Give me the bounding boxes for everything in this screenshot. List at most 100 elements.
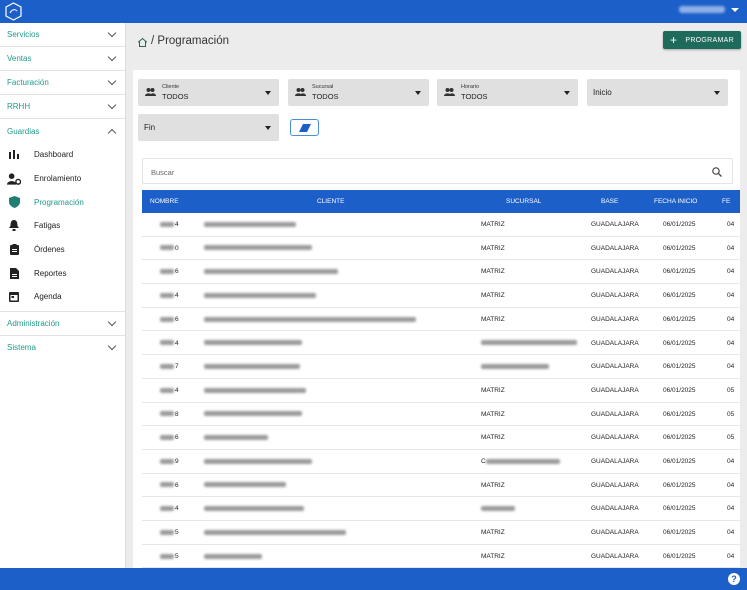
clear-filters-button[interactable] bbox=[290, 119, 319, 136]
cell-nombre: 6 bbox=[160, 316, 179, 323]
cell-sucursal: MATRIZ bbox=[481, 410, 505, 418]
blurred-text bbox=[160, 435, 174, 441]
filter-horario[interactable]: Horario TODOS bbox=[437, 79, 578, 106]
home-icon[interactable] bbox=[138, 38, 147, 47]
caret-down-icon bbox=[731, 7, 739, 12]
top-bar bbox=[0, 0, 747, 23]
user-menu[interactable] bbox=[679, 6, 739, 13]
cell-fecha-inicio: 06/01/2025 bbox=[663, 292, 696, 300]
filter-fin[interactable]: Fin bbox=[138, 114, 279, 141]
sidebar-item-agenda[interactable]: Agenda bbox=[0, 285, 125, 309]
sidebar-item-enrolamiento[interactable]: Enrolamiento bbox=[0, 167, 125, 191]
search-input[interactable] bbox=[151, 165, 691, 179]
blurred-text bbox=[160, 221, 174, 227]
table-row[interactable]: 7 GUADALAJARA 06/01/2025 04 bbox=[142, 355, 740, 379]
sidebar-item-fatigas[interactable]: Fatigas bbox=[0, 214, 125, 238]
cell-fecha-fin: 05 bbox=[727, 434, 735, 442]
app-logo[interactable] bbox=[5, 2, 22, 21]
blurred-text bbox=[204, 411, 302, 417]
table-row[interactable]: 0 MATRIZ GUADALAJARA 06/01/2025 04 bbox=[142, 237, 740, 261]
table-row[interactable]: 5 MATRIZ GUADALAJARA 06/01/2025 04 bbox=[142, 521, 740, 545]
help-icon[interactable]: ? bbox=[728, 573, 740, 585]
people-icon bbox=[295, 88, 306, 96]
sidebar-section-administracion[interactable]: Administración bbox=[0, 312, 125, 336]
cell-sucursal: MATRIZ bbox=[481, 315, 505, 323]
blurred-text bbox=[204, 340, 302, 346]
table-row[interactable]: 9 C GUADALAJARA 06/01/2025 04 bbox=[142, 450, 740, 474]
cell-sucursal: MATRIZ bbox=[481, 434, 505, 442]
sidebar-item-dashboard[interactable]: Dashboard bbox=[0, 143, 125, 167]
table-row[interactable]: 4 GUADALAJARA 06/01/2025 04 bbox=[142, 332, 740, 356]
col-header-fecha-fin[interactable]: FE bbox=[722, 198, 730, 205]
table-row[interactable]: 4 GUADALAJARA 06/01/2025 04 bbox=[142, 497, 740, 522]
filter-sucursal[interactable]: Sucursal TODOS bbox=[288, 79, 429, 106]
sidebar-item-reportes[interactable]: Reportes bbox=[0, 261, 125, 285]
col-header-base[interactable]: BASE bbox=[601, 198, 618, 205]
sidebar: Servicios Ventas Facturación RRHH Guardi… bbox=[0, 23, 126, 568]
sidebar-section-facturacion[interactable]: Facturación bbox=[0, 71, 125, 95]
sidebar-section-sistema[interactable]: Sistema bbox=[0, 336, 125, 360]
people-icon bbox=[145, 88, 156, 96]
table-row[interactable]: 4 MATRIZ GUADALAJARA 06/01/2025 04 bbox=[142, 284, 740, 308]
cell-base: GUADALAJARA bbox=[591, 552, 639, 560]
col-header-fecha-inicio[interactable]: FECHA INICIO bbox=[654, 198, 697, 205]
cell-cliente bbox=[204, 245, 312, 252]
blurred-text bbox=[160, 363, 174, 369]
cell-fecha-inicio: 06/01/2025 bbox=[663, 268, 696, 276]
blurred-text bbox=[204, 506, 304, 512]
blurred-text bbox=[160, 529, 174, 535]
cell-cliente bbox=[204, 292, 316, 299]
blurred-text bbox=[204, 269, 338, 275]
sidebar-section-servicios[interactable]: Servicios bbox=[0, 23, 125, 47]
table-row[interactable]: 8 MATRIZ GUADALAJARA 06/01/2025 05 bbox=[142, 403, 740, 427]
cell-nombre: 6 bbox=[160, 434, 179, 441]
col-header-cliente[interactable]: CLIENTE bbox=[317, 198, 344, 205]
table-row[interactable]: 6 MATRIZ GUADALAJARA 06/01/2025 04 bbox=[142, 308, 740, 332]
table-row[interactable]: 6 MATRIZ GUADALAJARA 06/01/2025 04 bbox=[142, 474, 740, 498]
table-row[interactable]: 4 MATRIZ GUADALAJARA 06/01/2025 05 bbox=[142, 379, 740, 403]
blurred-text bbox=[160, 482, 174, 488]
blurred-text bbox=[160, 340, 174, 346]
cell-sucursal bbox=[481, 505, 515, 512]
cell-fecha-inicio: 06/01/2025 bbox=[663, 221, 696, 228]
cell-fecha-inicio: 06/01/2025 bbox=[663, 552, 696, 560]
table-row[interactable]: 5 MATRIZ GUADALAJARA 06/01/2025 04 bbox=[142, 545, 740, 568]
cell-nombre: 9 bbox=[160, 458, 179, 465]
cell-fecha-fin: 04 bbox=[727, 268, 735, 276]
filter-cliente[interactable]: Cliente TODOS bbox=[138, 79, 279, 106]
cell-fecha-fin: 04 bbox=[727, 221, 735, 228]
filter-inicio[interactable]: Inicio bbox=[587, 79, 728, 106]
col-header-nombre[interactable]: NOMBRE bbox=[150, 198, 179, 205]
blurred-text bbox=[160, 553, 174, 559]
table-row[interactable]: 6 MATRIZ GUADALAJARA 06/01/2025 05 bbox=[142, 426, 740, 450]
cell-cliente bbox=[204, 482, 286, 489]
cell-base: GUADALAJARA bbox=[591, 410, 639, 418]
search-icon[interactable] bbox=[712, 167, 722, 177]
search-box bbox=[142, 158, 733, 184]
programar-button[interactable]: + PROGRAMAR bbox=[663, 31, 741, 49]
sidebar-section-ventas[interactable]: Ventas bbox=[0, 47, 125, 71]
cell-sucursal: MATRIZ bbox=[481, 292, 505, 300]
blurred-text bbox=[204, 458, 312, 464]
cell-fecha-inicio: 06/01/2025 bbox=[663, 315, 696, 323]
blurred-text bbox=[204, 482, 286, 488]
blurred-text bbox=[160, 506, 174, 512]
table-header: NOMBRE CLIENTE SUCURSAL BASE FECHA INICI… bbox=[142, 190, 740, 213]
table-row[interactable]: 4 MATRIZ GUADALAJARA 06/01/2025 04 bbox=[142, 213, 740, 237]
cell-base: GUADALAJARA bbox=[591, 505, 639, 513]
sidebar-section-rrhh[interactable]: RRHH bbox=[0, 95, 125, 119]
blurred-text bbox=[204, 221, 296, 227]
blurred-text bbox=[204, 387, 306, 393]
sidebar-item-programacion[interactable]: Programación bbox=[0, 190, 125, 214]
table-row[interactable]: 6 MATRIZ GUADALAJARA 06/01/2025 04 bbox=[142, 260, 740, 285]
col-header-sucursal[interactable]: SUCURSAL bbox=[506, 198, 541, 205]
cell-sucursal: MATRIZ bbox=[481, 268, 505, 276]
cell-fecha-fin: 04 bbox=[727, 552, 735, 560]
cell-cliente bbox=[204, 221, 296, 228]
cell-base: GUADALAJARA bbox=[591, 315, 639, 323]
cell-cliente bbox=[204, 529, 346, 536]
sidebar-section-guardias[interactable]: Guardias bbox=[0, 119, 125, 143]
sidebar-item-ordenes[interactable]: Órdenes bbox=[0, 238, 125, 262]
cell-nombre: 4 bbox=[160, 221, 179, 228]
blurred-text bbox=[204, 363, 300, 369]
